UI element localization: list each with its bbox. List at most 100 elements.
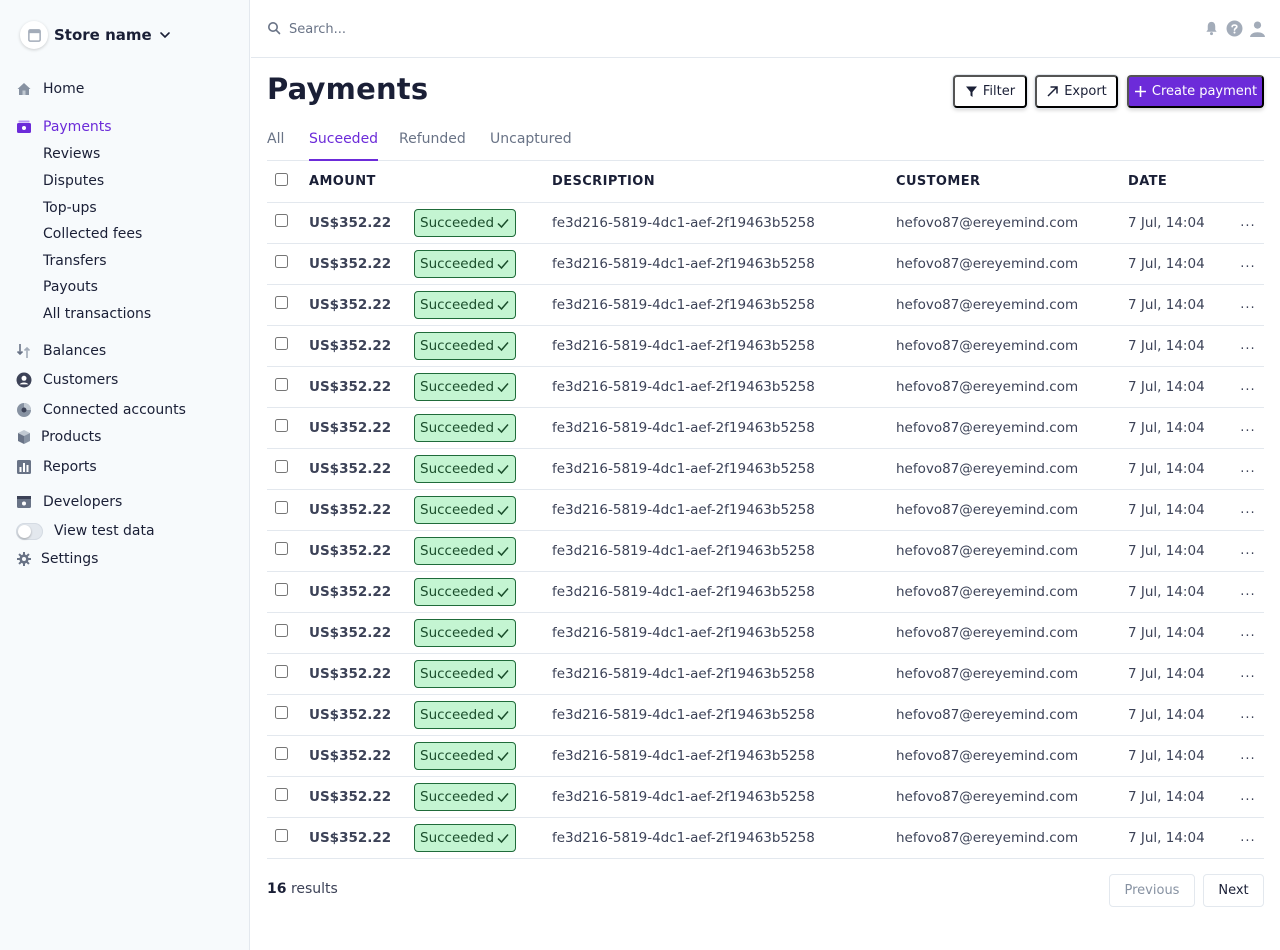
- nav-disputes[interactable]: Disputes: [43, 171, 104, 191]
- nav-reviews[interactable]: Reviews: [43, 144, 100, 164]
- table-row[interactable]: US$352.22 Succeeded fe3d216-5819-4dc1-ae…: [267, 571, 1264, 613]
- table-row[interactable]: US$352.22 Succeeded fe3d216-5819-4dc1-ae…: [267, 530, 1264, 572]
- table-row[interactable]: US$352.22 Succeeded fe3d216-5819-4dc1-ae…: [267, 694, 1264, 736]
- table-row[interactable]: US$352.22 Succeeded fe3d216-5819-4dc1-ae…: [267, 325, 1264, 367]
- view-test-data-toggle[interactable]: View test data: [16, 520, 155, 542]
- row-checkbox[interactable]: [275, 460, 288, 473]
- export-button[interactable]: Export: [1035, 75, 1118, 108]
- check-icon: [497, 751, 509, 761]
- customer-cell: hefovo87@ereyemind.com: [896, 776, 1128, 818]
- customer-header[interactable]: CUSTOMER: [896, 161, 1128, 203]
- nav-payouts[interactable]: Payouts: [43, 277, 98, 297]
- nav-collected-fees[interactable]: Collected fees: [43, 224, 142, 244]
- more-options-button[interactable]: ...: [1232, 530, 1264, 572]
- nav-home[interactable]: Home: [16, 78, 84, 100]
- row-checkbox[interactable]: [275, 624, 288, 637]
- customer-cell: hefovo87@ereyemind.com: [896, 489, 1128, 531]
- more-options-button[interactable]: ...: [1232, 325, 1264, 367]
- more-options-button[interactable]: ...: [1232, 407, 1264, 449]
- more-options-button[interactable]: ...: [1232, 489, 1264, 531]
- tab-uncaptured[interactable]: Uncaptured: [490, 131, 572, 161]
- user-icon[interactable]: [1249, 19, 1266, 37]
- select-all-cell: [267, 161, 309, 203]
- more-options-button[interactable]: ...: [1232, 653, 1264, 695]
- row-checkbox[interactable]: [275, 583, 288, 596]
- row-checkbox[interactable]: [275, 419, 288, 432]
- more-options-button[interactable]: ...: [1232, 776, 1264, 818]
- table-row[interactable]: US$352.22 Succeeded fe3d216-5819-4dc1-ae…: [267, 776, 1264, 818]
- date-cell: 7 Jul, 14:04: [1128, 571, 1232, 613]
- filter-icon: [965, 85, 978, 98]
- date-cell: 7 Jul, 14:04: [1128, 694, 1232, 736]
- tab-succeeded[interactable]: Suceeded: [309, 131, 379, 161]
- row-checkbox[interactable]: [275, 542, 288, 555]
- table-row[interactable]: US$352.22 Succeeded fe3d216-5819-4dc1-ae…: [267, 448, 1264, 490]
- table-row[interactable]: US$352.22 Succeeded fe3d216-5819-4dc1-ae…: [267, 817, 1264, 859]
- results-label: results: [290, 881, 338, 897]
- nav-transfers[interactable]: Transfers: [43, 251, 107, 271]
- row-checkbox[interactable]: [275, 747, 288, 760]
- description-header[interactable]: DESCRIPTION: [552, 161, 896, 203]
- search-input[interactable]: [289, 18, 889, 40]
- row-checkbox[interactable]: [275, 337, 288, 350]
- tab-refunded[interactable]: Refunded: [399, 131, 466, 161]
- row-checkbox[interactable]: [275, 296, 288, 309]
- nav-developers[interactable]: Developers: [16, 491, 122, 513]
- table-row[interactable]: US$352.22 Succeeded fe3d216-5819-4dc1-ae…: [267, 243, 1264, 285]
- table-row[interactable]: US$352.22 Succeeded fe3d216-5819-4dc1-ae…: [267, 366, 1264, 408]
- export-icon: [1046, 85, 1059, 98]
- more-options-button[interactable]: ...: [1232, 612, 1264, 654]
- select-all-checkbox[interactable]: [275, 172, 288, 186]
- description-cell: fe3d216-5819-4dc1-aef-2f19463b5258: [552, 489, 896, 531]
- more-options-button[interactable]: ...: [1232, 243, 1264, 285]
- table-row[interactable]: US$352.22 Succeeded fe3d216-5819-4dc1-ae…: [267, 612, 1264, 654]
- more-options-button[interactable]: ...: [1232, 366, 1264, 408]
- more-options-button[interactable]: ...: [1232, 735, 1264, 777]
- row-checkbox[interactable]: [275, 788, 288, 801]
- table-row[interactable]: US$352.22 Succeeded fe3d216-5819-4dc1-ae…: [267, 407, 1264, 449]
- create-payment-button[interactable]: Create payment: [1127, 75, 1264, 108]
- help-icon[interactable]: [1226, 19, 1243, 37]
- date-cell: 7 Jul, 14:04: [1128, 448, 1232, 490]
- row-checkbox[interactable]: [275, 829, 288, 842]
- sidebar: Store name Home Payments Reviews Dispute…: [0, 0, 250, 950]
- nav-products[interactable]: Products: [16, 426, 101, 448]
- nav-balances[interactable]: Balances: [16, 340, 106, 362]
- row-checkbox[interactable]: [275, 255, 288, 268]
- nav-payments[interactable]: Payments: [16, 116, 112, 138]
- nav-customers[interactable]: Customers: [16, 369, 118, 391]
- row-checkbox[interactable]: [275, 378, 288, 391]
- date-header[interactable]: DATE: [1128, 161, 1232, 203]
- nav-settings[interactable]: Settings: [16, 548, 98, 570]
- store-switcher[interactable]: Store name: [20, 20, 172, 50]
- tab-all[interactable]: All: [267, 131, 284, 161]
- more-options-button[interactable]: ...: [1232, 571, 1264, 613]
- more-options-button[interactable]: ...: [1232, 202, 1264, 244]
- table-row[interactable]: US$352.22 Succeeded fe3d216-5819-4dc1-ae…: [267, 735, 1264, 777]
- table-row[interactable]: US$352.22 Succeeded fe3d216-5819-4dc1-ae…: [267, 489, 1264, 531]
- more-options-button[interactable]: ...: [1232, 448, 1264, 490]
- table-row[interactable]: US$352.22 Succeeded fe3d216-5819-4dc1-ae…: [267, 653, 1264, 695]
- status-label: Succeeded: [420, 829, 495, 846]
- filter-button[interactable]: Filter: [953, 75, 1027, 108]
- create-payment-label: Create payment: [1151, 84, 1258, 99]
- nav-connected-accounts[interactable]: Connected accounts: [16, 399, 186, 421]
- nav-top-ups[interactable]: Top-ups: [43, 198, 97, 218]
- row-checkbox[interactable]: [275, 706, 288, 719]
- row-checkbox[interactable]: [275, 214, 288, 227]
- more-options-button[interactable]: ...: [1232, 284, 1264, 326]
- nav-reports[interactable]: Reports: [16, 456, 97, 478]
- row-checkbox[interactable]: [275, 665, 288, 678]
- amount-header[interactable]: AMOUNT: [309, 161, 414, 203]
- row-checkbox[interactable]: [275, 501, 288, 514]
- bell-icon[interactable]: [1203, 19, 1220, 37]
- more-options-button[interactable]: ...: [1232, 694, 1264, 736]
- nav-all-transactions[interactable]: All transactions: [43, 304, 151, 324]
- previous-button[interactable]: Previous: [1109, 874, 1195, 907]
- table-row[interactable]: US$352.22 Succeeded fe3d216-5819-4dc1-ae…: [267, 284, 1264, 326]
- table-row[interactable]: US$352.22 Succeeded fe3d216-5819-4dc1-ae…: [267, 202, 1264, 244]
- toggle-switch[interactable]: [16, 522, 43, 540]
- next-button[interactable]: Next: [1203, 874, 1264, 907]
- status-badge: Succeeded: [414, 290, 517, 319]
- more-options-button[interactable]: ...: [1232, 817, 1264, 859]
